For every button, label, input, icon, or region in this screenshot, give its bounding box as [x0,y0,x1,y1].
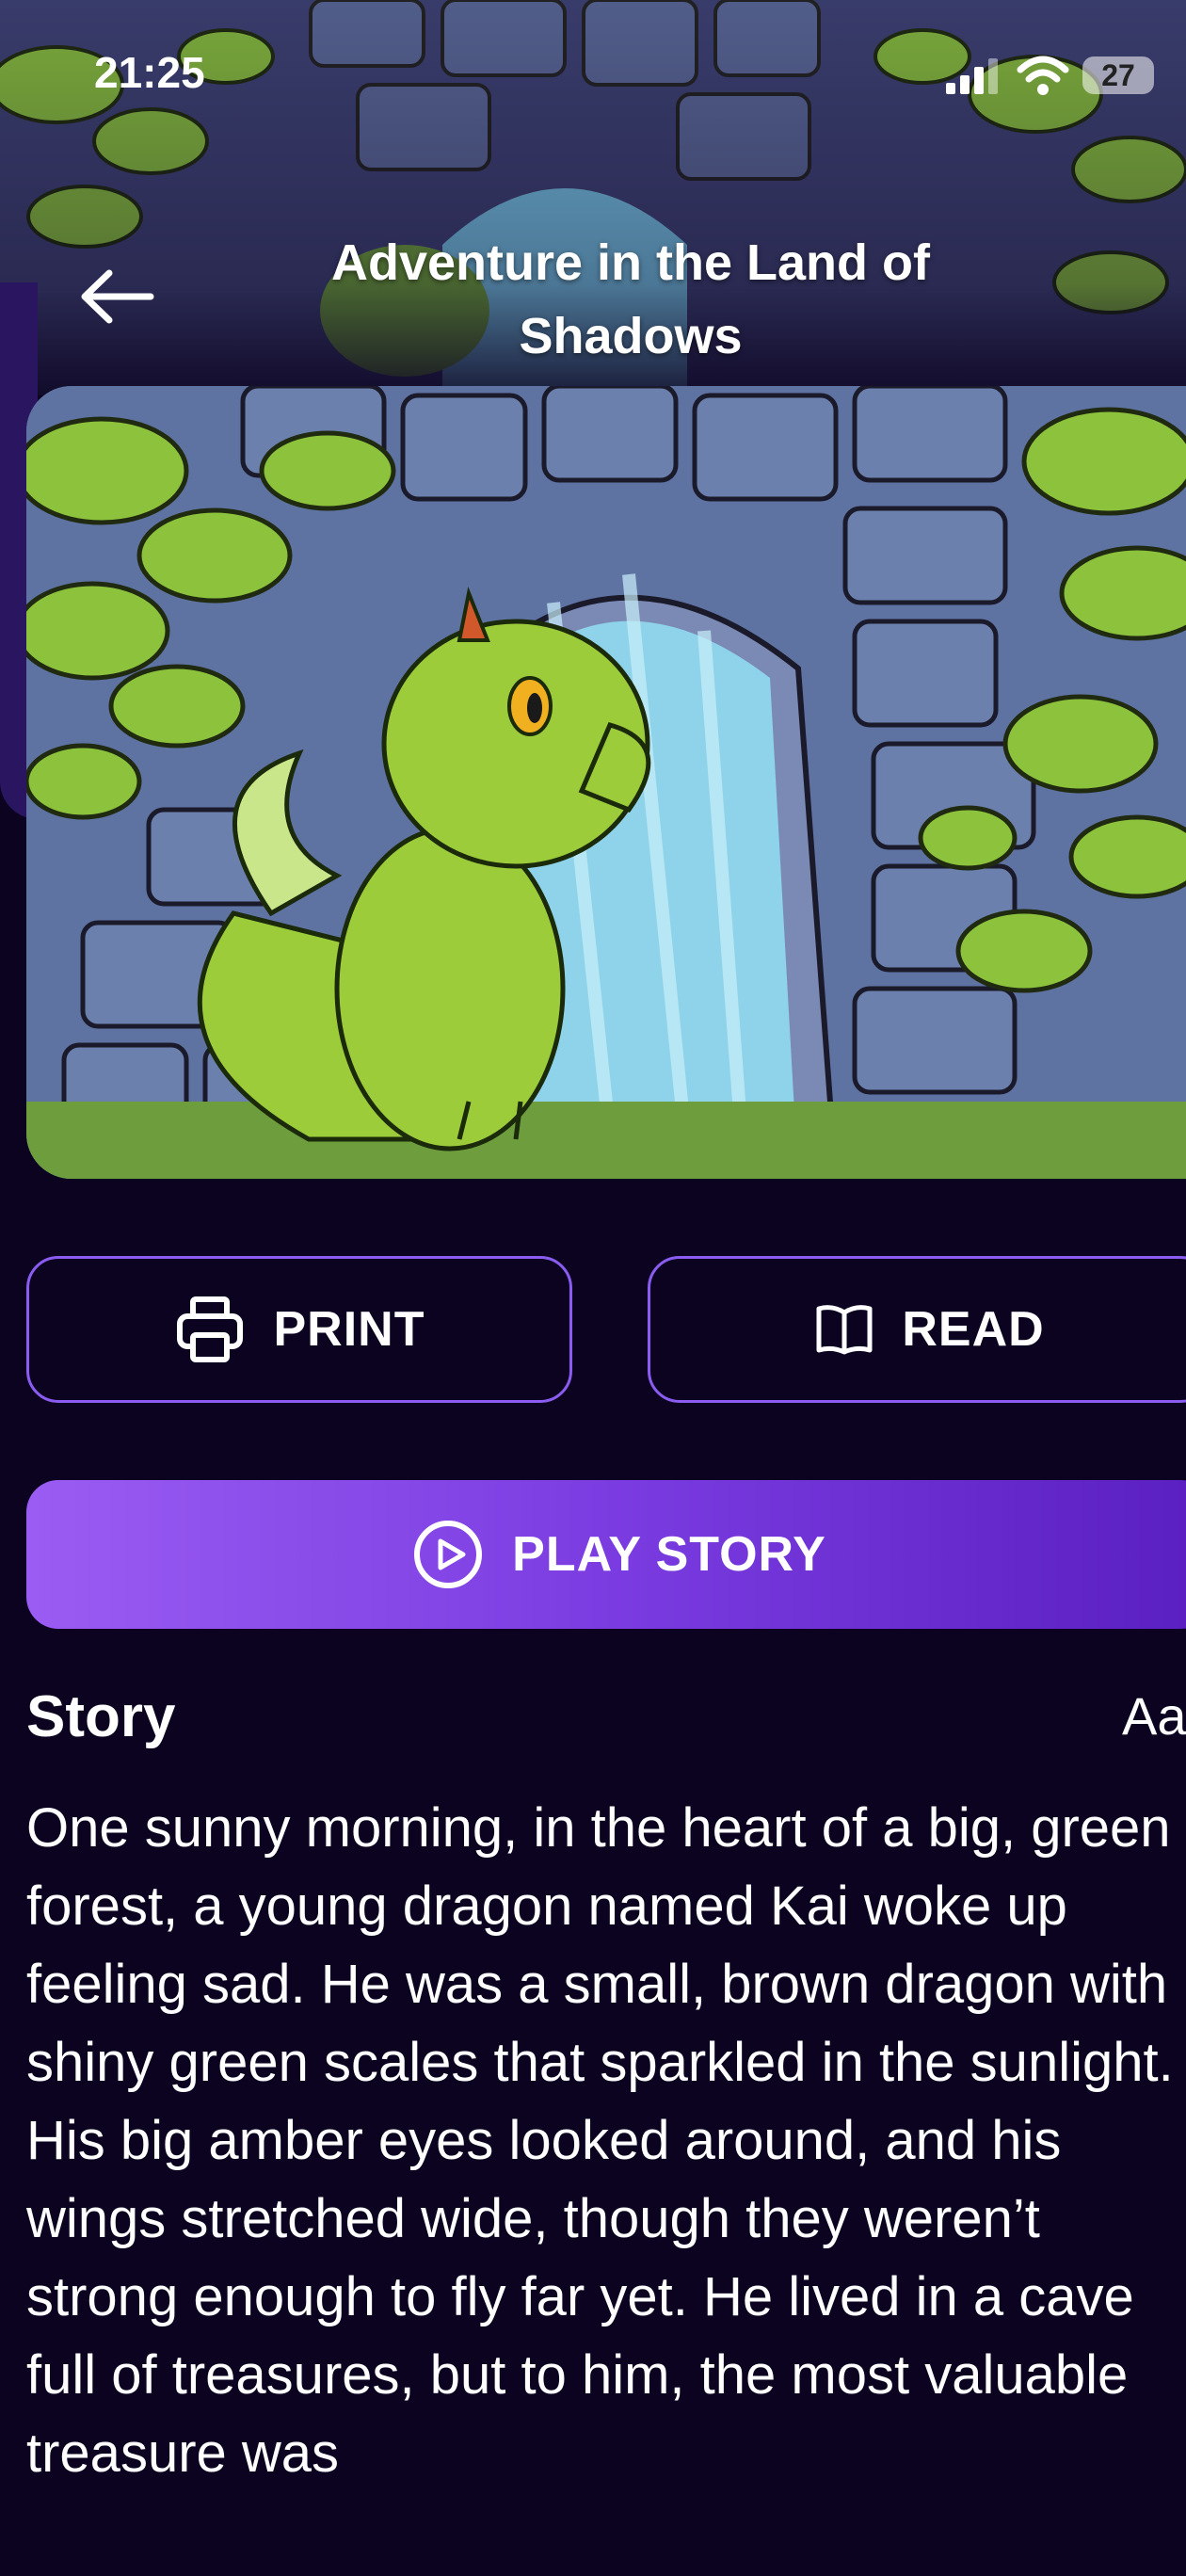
back-button[interactable] [75,254,160,339]
status-bar: 21:25 27 [0,0,1186,151]
battery-indicator: 27 [1082,56,1154,94]
arrow-left-icon [81,269,154,324]
status-time: 21:25 [94,48,205,97]
play-circle-icon [414,1521,483,1588]
wifi-icon [1017,56,1069,95]
font-size-toggle[interactable]: Aa [1122,1685,1186,1747]
read-button[interactable]: READ [648,1256,1186,1403]
read-button-label: READ [902,1302,1045,1357]
story-cover-image [26,386,1186,1179]
print-button[interactable]: PRINT [26,1256,572,1403]
printer-icon [176,1296,243,1362]
play-story-button[interactable]: PLAY STORY [26,1480,1186,1629]
story-body-text: One sunny morning, in the heart of a big… [26,1797,1174,2484]
book-icon [816,1305,873,1355]
play-story-button-label: PLAY STORY [512,1527,826,1582]
story-title: Adventure in the Land of Shadows [330,234,930,364]
signal-icon [946,58,998,94]
print-button-label: PRINT [273,1302,425,1357]
story-section-heading: Story [26,1684,176,1749]
